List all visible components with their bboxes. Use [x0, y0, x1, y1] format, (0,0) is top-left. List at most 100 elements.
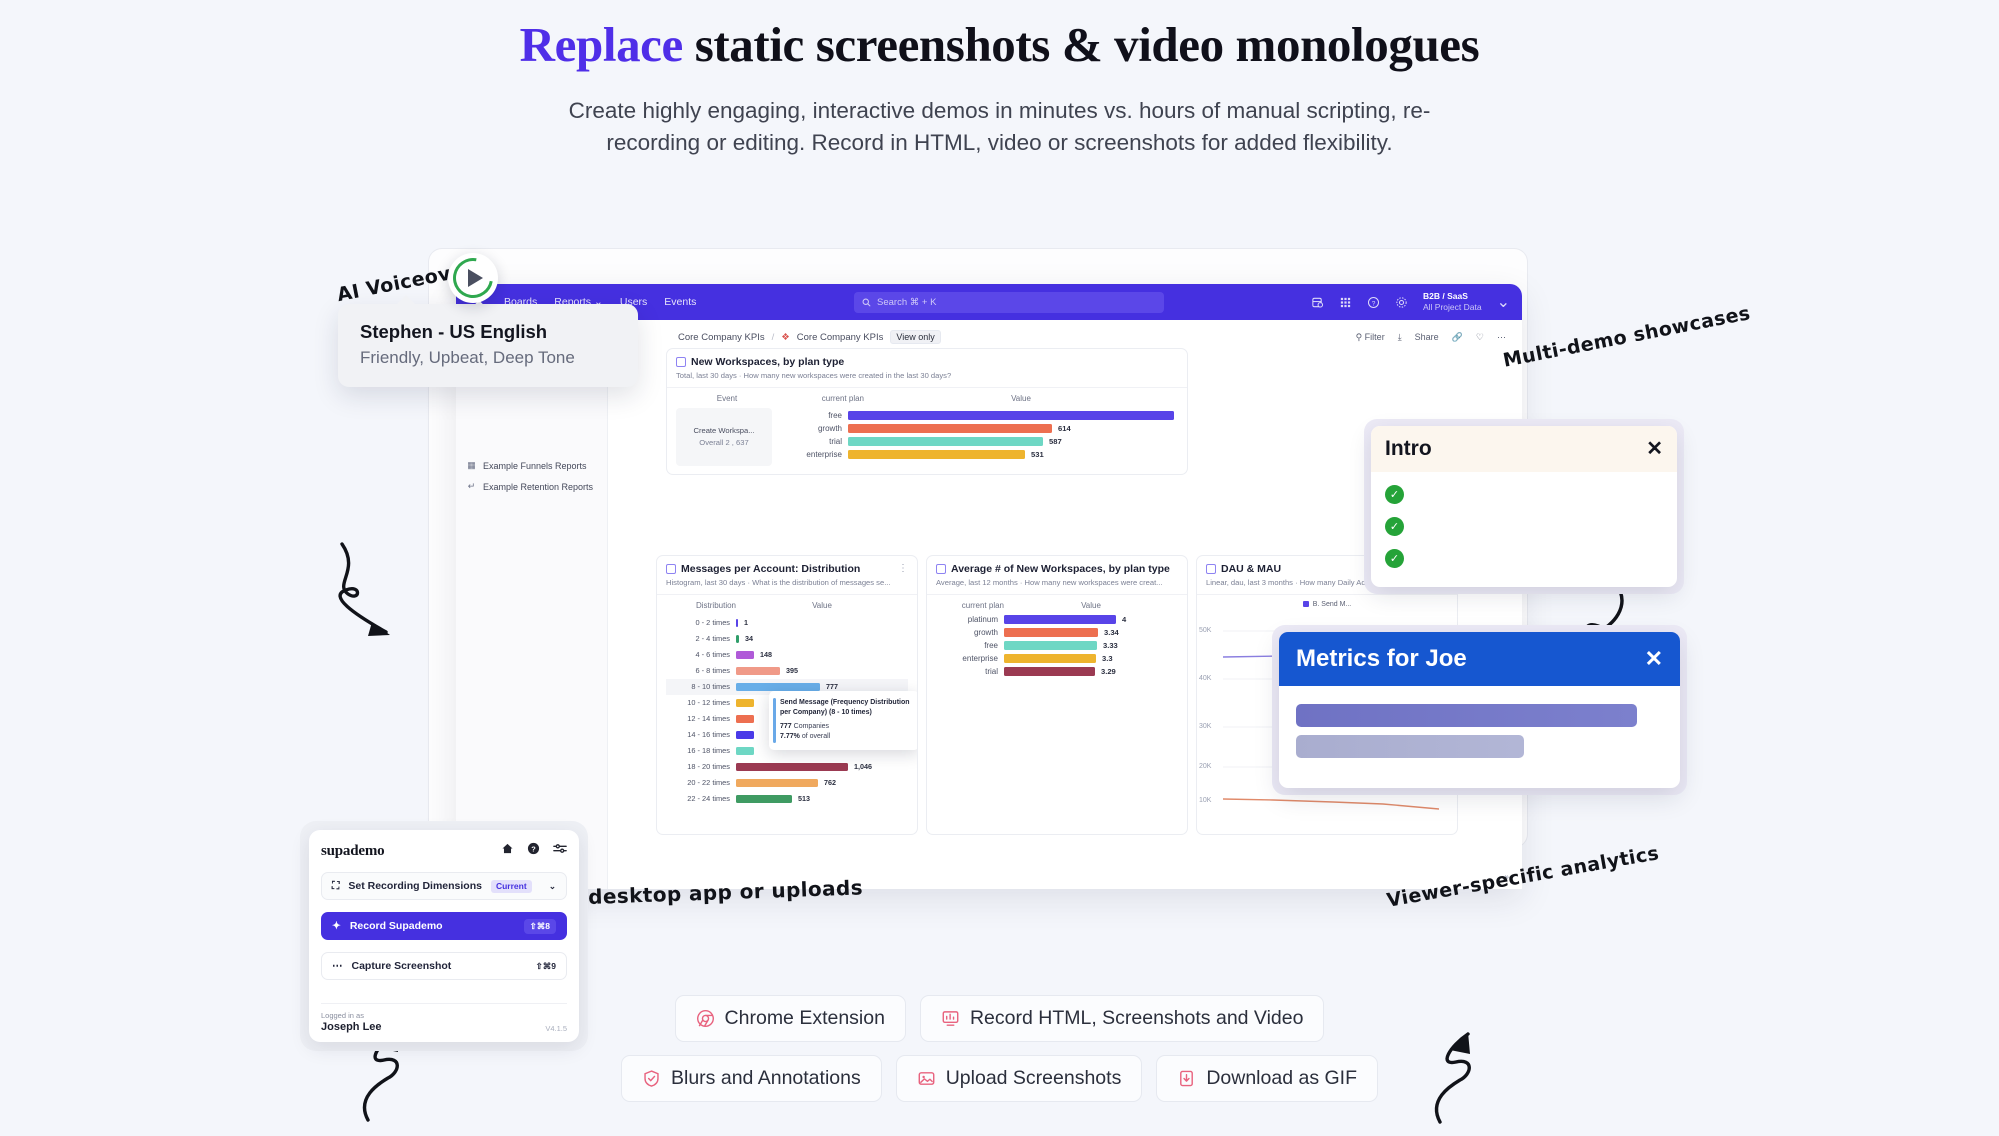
bar-row: platinum 4: [967, 614, 1127, 624]
home-icon[interactable]: [501, 842, 514, 860]
chip-chrome-extension[interactable]: Chrome Extension: [674, 995, 906, 1042]
more-icon[interactable]: ⋮: [898, 563, 908, 588]
bar-row: growth 3.34: [973, 627, 1119, 637]
chart-legend: B. Send M...: [1206, 601, 1448, 608]
bar-row: enterprise 531: [806, 449, 1044, 459]
chart-icon: [936, 564, 946, 574]
chevron-down-icon: ⌄: [548, 880, 556, 891]
product-illustration: Boards Reports ⌄ Users Events Search ⌘ + …: [0, 236, 1999, 1124]
chart-icon: [1206, 564, 1216, 574]
chip-label: Blurs and Annotations: [671, 1067, 861, 1089]
svg-text:?: ?: [531, 844, 536, 853]
tooltip-percent: 7.77%: [780, 733, 800, 741]
supademo-logo: supademo: [321, 842, 385, 859]
svg-text:?: ?: [1372, 300, 1376, 307]
histogram-row: 0 - 2 times 1: [695, 618, 749, 628]
export-icon[interactable]: ⤓: [1398, 332, 1402, 343]
play-button[interactable]: [445, 250, 501, 306]
list-item: ✓: [1385, 549, 1663, 568]
chip-label: Upload Screenshots: [945, 1067, 1122, 1089]
database-icon[interactable]: [1311, 296, 1324, 309]
panel-subtitle: Average, last 12 months · How many new w…: [936, 578, 1163, 587]
column-value: Value: [812, 600, 832, 610]
panel-title-text: DAU & MAU: [1221, 563, 1282, 575]
bar-enterprise: [848, 449, 1025, 459]
heart-icon[interactable]: ♡: [1476, 332, 1484, 343]
record-supademo-button[interactable]: ✦ Record Supademo ⇧⌘8: [321, 912, 567, 940]
column-value: Value: [1081, 600, 1101, 610]
histogram-row: 18 - 20 times 1,046: [687, 762, 872, 772]
search-input[interactable]: Search ⌘ + K: [854, 291, 1164, 313]
help-icon[interactable]: ?: [527, 842, 540, 860]
metrics-card: Metrics for Joe ✕: [1272, 625, 1687, 795]
set-recording-dimensions-row[interactable]: ⛶ Set Recording Dimensions Current ⌄: [321, 872, 567, 900]
capture-screenshot-label: Capture Screenshot: [351, 960, 452, 972]
folder-icon: ❖: [781, 331, 790, 343]
sidebar-item-retention[interactable]: ↵ Example Retention Reports: [456, 476, 607, 497]
voice-name: Stephen - US English: [360, 321, 548, 342]
bar-row: free: [780, 410, 1180, 420]
sparkle-icon: ✦: [332, 920, 341, 932]
help-icon[interactable]: ?: [1367, 296, 1380, 309]
chip-upload-screenshots[interactable]: Upload Screenshots: [895, 1055, 1143, 1102]
y-tick: 10K: [1199, 796, 1212, 804]
search-placeholder: Search ⌘ + K: [877, 296, 937, 308]
bar-trial: [848, 436, 1043, 446]
app-version: V4.1.5: [545, 1024, 567, 1033]
share-button[interactable]: Share: [1415, 332, 1439, 342]
breadcrumb-first[interactable]: Core Company KPIs: [678, 332, 765, 343]
capture-screenshot-button[interactable]: ⋯ Capture Screenshot ⇧⌘9: [321, 952, 567, 980]
breadcrumb-second[interactable]: Core Company KPIs: [797, 332, 884, 343]
chip-blurs-annotations[interactable]: Blurs and Annotations: [621, 1055, 882, 1102]
close-icon[interactable]: ✕: [1645, 648, 1663, 670]
nav-item-events[interactable]: Events: [664, 296, 696, 308]
column-event: Event: [716, 393, 738, 403]
histogram-row: 4 - 6 times 148: [695, 650, 773, 660]
panel-subtitle: Histogram, last 30 days · What is the di…: [666, 578, 891, 587]
filter-button[interactable]: ⚲ Filter: [1356, 332, 1385, 343]
chip-label: Record HTML, Screenshots and Video: [969, 1007, 1304, 1029]
record-shortcut: ⇧⌘8: [523, 918, 556, 934]
metrics-bar-primary: [1296, 704, 1638, 727]
more-icon[interactable]: ⋯: [1497, 332, 1506, 343]
page-subtitle: Create highly engaging, interactive demo…: [568, 97, 1431, 155]
chevron-down-icon[interactable]: ⌄: [1497, 292, 1510, 312]
search-icon: [862, 298, 871, 306]
panel-avg-workspaces: Average # of New Workspaces, by plan typ…: [926, 555, 1188, 835]
check-icon: ✓: [1385, 517, 1404, 536]
tooltip-percent-label: of overall: [801, 733, 831, 741]
check-icon: ✓: [1385, 485, 1404, 504]
link-icon[interactable]: 🔗: [1452, 332, 1463, 343]
close-icon[interactable]: ✕: [1646, 439, 1663, 459]
settings-sliders-icon[interactable]: [553, 842, 567, 860]
bar-growth: [848, 423, 1052, 433]
grid-icon[interactable]: [1339, 296, 1352, 309]
intro-card: Intro ✕ ✓ ✓ ✓: [1364, 419, 1684, 594]
sidebar-item-funnels[interactable]: ▦ Example Funnels Reports: [456, 455, 607, 476]
page-title-accent: Replace: [519, 17, 684, 72]
supademo-recorder-panel: supademo ? ⛶ Set Recording Dimensions Cu: [300, 821, 588, 1051]
panel-subtitle: Total, last 30 days · How many new works…: [676, 371, 952, 380]
intro-card-title: Intro: [1385, 437, 1432, 460]
gear-icon[interactable]: [1395, 296, 1408, 309]
voice-card: Stephen - US English Friendly, Upbeat, D…: [338, 295, 638, 387]
y-tick: 30K: [1199, 722, 1212, 730]
histogram-row: 2 - 4 times 34: [695, 634, 754, 644]
supademo-footer: Logged in as Joseph Lee V4.1.5: [321, 1003, 567, 1033]
chip-label: Download as GIF: [1206, 1067, 1357, 1089]
account-switcher[interactable]: B2B / SaaS All Project Data: [1423, 291, 1482, 312]
panel-title-text: Average # of New Workspaces, by plan typ…: [951, 563, 1170, 575]
chip-record-html[interactable]: Record HTML, Screenshots and Video: [919, 995, 1325, 1042]
histogram-row: 20 - 22 times 762: [687, 778, 836, 788]
tooltip-title: Send Message (Frequency Distribution per…: [780, 699, 910, 717]
account-scope: All Project Data: [1423, 302, 1482, 312]
chip-download-gif[interactable]: Download as GIF: [1156, 1055, 1378, 1102]
record-icon: [941, 1009, 960, 1028]
sidebar-item-label: Example Retention Reports: [483, 481, 594, 492]
list-item: ✓: [1385, 517, 1663, 536]
column-plan: current plan: [821, 393, 864, 403]
histogram-row: 22 - 24 times 513: [687, 794, 810, 804]
legend-swatch: [1302, 601, 1309, 608]
record-supademo-label: Record Supademo: [349, 920, 443, 932]
set-recording-dimensions-label: Set Recording Dimensions: [348, 880, 482, 892]
